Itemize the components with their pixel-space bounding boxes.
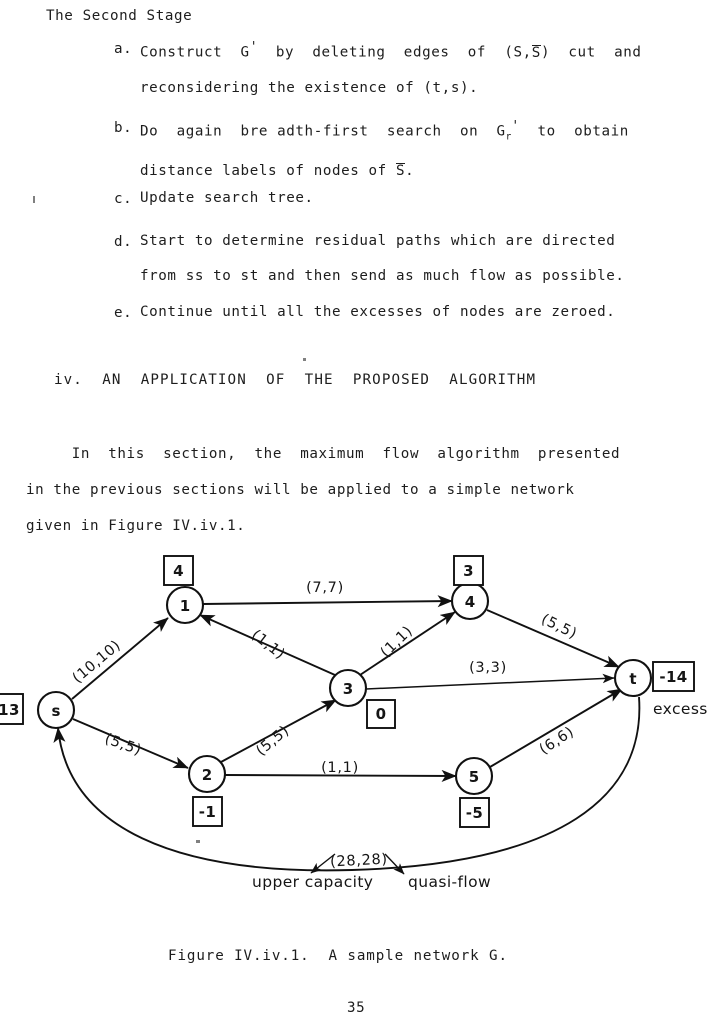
edge-label-s-2: (5,5) [102,731,143,759]
quasi-flow-label: quasi-flow [408,873,491,891]
list-line: from ss to st and then send as much flow… [140,268,625,285]
edge-label-4-t: (5,5) [538,612,579,643]
edge-label-3-t: (3,3) [469,660,507,676]
list-line: Continue until all the excesses of nodes… [140,304,616,320]
edge-label-3-1: (1,1) [248,627,288,663]
excess-value-s: 13 [0,701,20,719]
list-line-text-post: to obtain [519,123,629,140]
s-bar-symbol: S [531,44,541,61]
edge-label-5-t: (6,6) [537,724,577,758]
list-item: c. Update search tree. [114,191,314,207]
figure-caption: Figure IV.iv.1. A sample network G. [168,948,508,964]
edge-labels-group: (10,10) (5,5) (7,7) (1,1) (5,5) (1,1) (3… [70,580,580,870]
list-line-text-mid: by deleting edges of (S, [257,44,532,61]
edge-t-s [53,696,641,872]
list-marker: d. [114,234,133,250]
paragraph-line: in the previous sections will be applied… [26,482,575,498]
excess-caption: excess [653,700,708,718]
excess-value-2: -1 [199,803,216,821]
document-page: The Second Stage a. Construct G' by dele… [0,0,721,1028]
node-1-label: 1 [180,597,190,615]
list-line: distance labels of nodes of S. [140,163,629,178]
list-marker: c. [114,191,133,207]
list-marker: b. [114,120,133,136]
annotations-group: excess upper capacity quasi-flow [252,700,708,891]
edge-1-4 [202,595,453,608]
list-line: Construct G' by deleting edges of (S,S) … [140,41,642,60]
list-line-text-post: ) cut and [540,44,642,61]
page-number: 35 [347,1000,366,1016]
node-s-label: s [52,702,61,720]
excess-value-3: 0 [376,705,387,723]
edge-label-2-5: (1,1) [321,760,359,776]
excess-value-t: -14 [659,668,687,686]
scan-speckle [303,358,306,361]
list-item: e. Continue until all the excesses of no… [114,305,615,321]
excess-value-5: -5 [466,804,483,822]
list-line: Do again bre adth-first search on Gr' to… [140,120,629,142]
paragraph-line: In this section, the maximum flow algori… [26,446,621,462]
list-line: Update search tree. [140,190,314,206]
edge-label-2-3: (5,5) [253,723,292,760]
edge-3-t [365,673,615,690]
list-line-text-post: . [405,163,415,180]
node-t-label: t [629,670,636,688]
excess-value-4: 3 [463,562,474,580]
list-marker: a. [114,41,133,57]
scan-speckle [33,196,35,203]
list-line: reconsidering the existence of (t,s). [140,79,479,96]
list-line-text: Do again bre adth-first search on G [140,123,506,140]
node-3-label: 3 [343,680,353,698]
heading-second-stage: The Second Stage [46,8,193,24]
edge-s-1 [71,617,169,700]
paragraph-line: given in Figure IV.iv.1. [26,518,246,534]
network-diagram-svg: (10,10) (5,5) (7,7) (1,1) (5,5) (1,1) (3… [0,555,708,891]
excess-value-1: 4 [173,562,184,580]
edge-3-4 [359,611,456,676]
upper-capacity-label: upper capacity [252,873,373,891]
list-line-text: distance labels of nodes of [140,163,396,180]
node-5-label: 5 [469,768,479,786]
list-item: a. Construct G' by deleting edges of (S,… [114,41,642,95]
network-diagram: (10,10) (5,5) (7,7) (1,1) (5,5) (1,1) (3… [0,552,721,932]
edge-5-t [489,688,623,768]
s-bar-symbol: S [395,163,406,180]
edge-label-t-s: (28,28) [330,852,388,871]
prime-mark: ' [249,40,258,55]
list-item: b. Do again bre adth-first search on Gr'… [114,120,629,178]
list-item: d. Start to determine residual paths whi… [114,233,625,285]
edge-label-1-4: (7,7) [306,580,344,596]
list-marker: e. [114,305,133,321]
list-line-text: Construct G [140,44,250,61]
node-4-label: 4 [465,593,475,611]
list-line: Start to determine residual paths which … [140,233,616,249]
section-heading: iv. AN APPLICATION OF THE PROPOSED ALGOR… [54,372,537,388]
node-2-label: 2 [202,766,212,784]
